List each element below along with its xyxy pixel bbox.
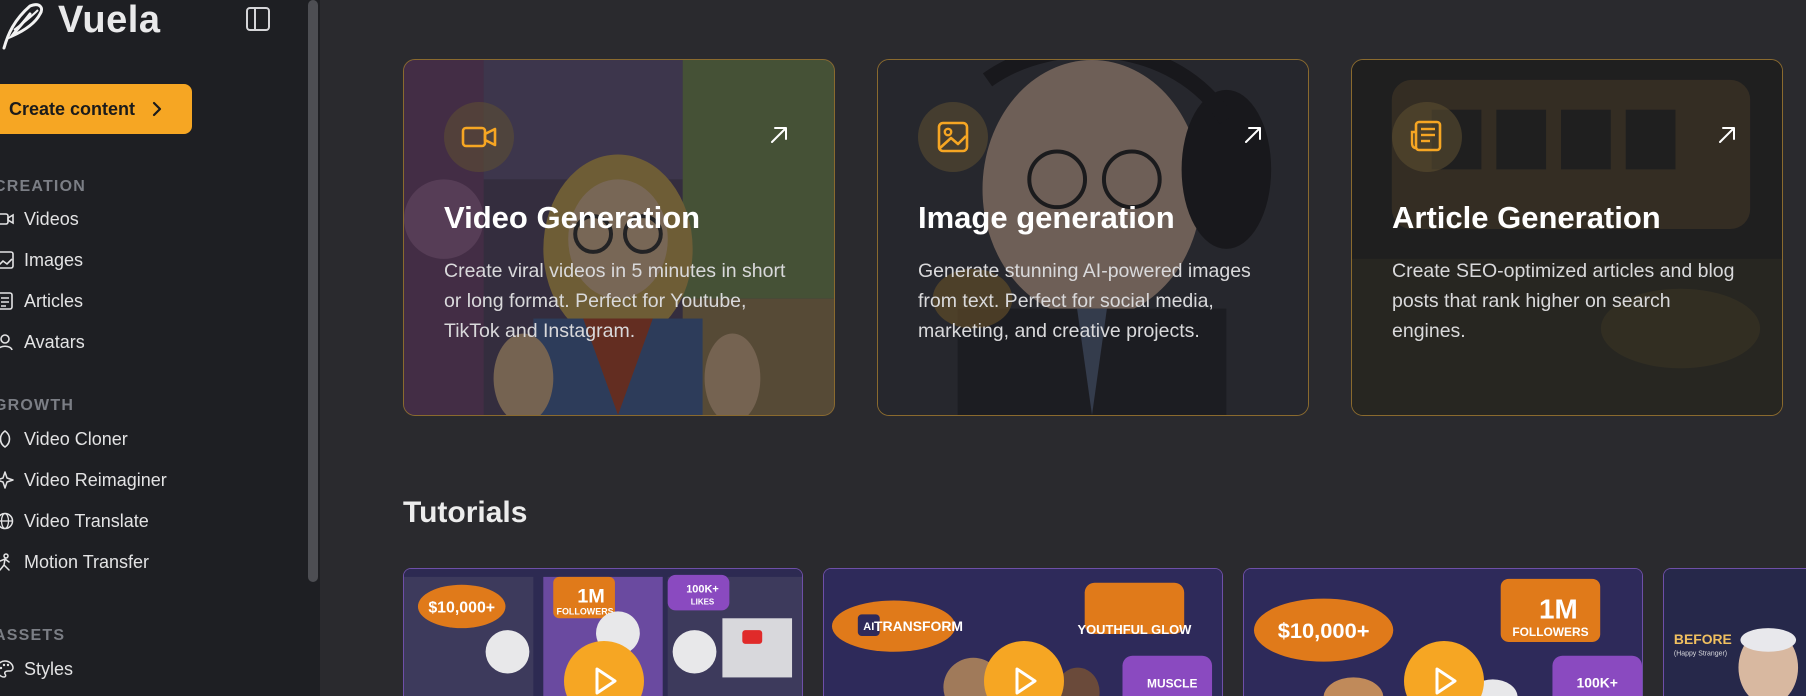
sidebar-item-label: Avatars (24, 331, 85, 352)
play-icon (1435, 667, 1457, 695)
sidebar-item-video-reimaginer[interactable]: Video Reimaginer (0, 464, 167, 496)
card-title: Article Generation (1392, 200, 1661, 235)
card-icon-badge (1392, 102, 1462, 172)
sidebar-item-label: Styles (24, 658, 74, 679)
card-title: Image generation (918, 200, 1175, 235)
thumb-text: AI (863, 621, 874, 633)
card-description: Create viral videos in 5 minutes in shor… (444, 260, 786, 342)
thumb-text: $10,000+ (1278, 618, 1370, 643)
cloner-icon (0, 430, 11, 448)
sidebar-item-styles[interactable]: Styles (0, 653, 73, 685)
image-icon (937, 121, 969, 153)
thumb-text: YOUTHFUL GLOW (1078, 622, 1193, 637)
thumb-text: $10,000+ (428, 599, 495, 616)
create-content-button[interactable]: Create content (0, 84, 192, 134)
palette-icon (0, 660, 14, 678)
tutorial-thumbnail[interactable]: BEFORE (Happy Stranger) (1663, 568, 1806, 696)
sidebar-item-label: Video Translate (24, 510, 149, 531)
motion-figure-icon (0, 553, 10, 571)
article-icon (1410, 120, 1442, 152)
image-icon (0, 251, 14, 269)
section-title-growth: GROWTH (0, 397, 75, 414)
sidebar-item-video-cloner[interactable]: Video Cloner (0, 423, 128, 455)
tutorials-heading: Tutorials (403, 496, 528, 529)
globe-icon (0, 512, 14, 530)
tutorial-thumbnail-art: BEFORE (Happy Stranger) (1664, 569, 1806, 696)
arrow-up-right-icon (1719, 127, 1735, 143)
thumb-text: LIKES (691, 598, 714, 607)
thumb-text: TRANSFORM (874, 618, 963, 634)
thumb-text: (Happy Stranger) (1674, 651, 1727, 658)
article-generation-card[interactable]: Article Generation Create SEO-optimized … (1351, 59, 1783, 416)
sidebar-item-videos[interactable]: Videos (0, 203, 79, 235)
sidebar-item-label: Motion Transfer (24, 551, 150, 572)
create-content-label: Create content (9, 98, 136, 119)
tutorial-thumbnail[interactable]: $10,000+ 1M FOLLOWERS 100K+ LIKES (403, 568, 803, 696)
sidebar-toggle-icon[interactable] (244, 5, 272, 33)
chevron-right-icon (152, 101, 162, 117)
sidebar-scrollbar[interactable] (308, 0, 318, 582)
section-title-creation: CREATION (0, 178, 86, 195)
user-icon (0, 334, 13, 351)
card-description: Create SEO-optimized articles and blog p… (1392, 260, 1735, 342)
video-camera-icon (461, 126, 497, 148)
sidebar-item-motion-transfer[interactable]: Motion Transfer (0, 546, 149, 578)
feather-logo-icon (2, 3, 44, 50)
play-icon (1015, 667, 1037, 695)
thumb-text: FOLLOWERS (1512, 625, 1588, 639)
sidebar-item-video-translate[interactable]: Video Translate (0, 505, 149, 537)
sparkle-icon (0, 471, 14, 489)
section-title-assets: ASSETS (0, 627, 66, 644)
thumb-text: 100K+ (1577, 674, 1618, 690)
card-icon-badge (918, 102, 988, 172)
main-content: Video Generation Create viral videos in … (320, 0, 1806, 696)
thumb-text: 1M (577, 586, 605, 608)
sidebar-item-articles[interactable]: Articles (0, 285, 83, 317)
play-icon (595, 667, 617, 695)
article-icon (0, 292, 13, 310)
card-icon-badge (444, 102, 514, 172)
app-window: Vuela Create content CREATION Videos Ima… (0, 0, 1806, 696)
thumb-text: MUSCLE (1147, 676, 1197, 690)
sidebar: Vuela Create content CREATION Videos Ima… (0, 0, 320, 696)
sidebar-item-label: Videos (24, 208, 79, 229)
card-description: Generate stunning AI-powered images from… (918, 260, 1251, 342)
sidebar-item-label: Images (24, 249, 84, 270)
video-icon (0, 213, 14, 225)
sidebar-item-label: Video Cloner (24, 428, 128, 449)
sidebar-item-label: Articles (24, 290, 84, 311)
sidebar-item-label: Video Reimaginer (24, 469, 167, 490)
thumb-text: 100K+ (686, 584, 719, 596)
arrow-up-right-icon (771, 127, 787, 143)
tutorial-thumbnail[interactable]: $10,000+ 1M FOLLOWERS 100K+ (1243, 568, 1643, 696)
tutorial-thumbnail[interactable]: AI TRANSFORM YOUTHFUL GLOW MUSCLE (823, 568, 1223, 696)
arrow-up-right-icon (1245, 127, 1261, 143)
card-title: Video Generation (444, 200, 701, 235)
sidebar-item-avatars[interactable]: Avatars (0, 326, 85, 358)
video-generation-card[interactable]: Video Generation Create viral videos in … (403, 59, 835, 416)
thumb-text: FOLLOWERS (557, 606, 614, 616)
sidebar-item-images[interactable]: Images (0, 244, 83, 276)
image-generation-card[interactable]: Image generation Generate stunning AI-po… (877, 59, 1309, 416)
thumb-text: BEFORE (1674, 631, 1732, 647)
brand-name: Vuela (58, 0, 161, 41)
thumb-text: 1M (1539, 593, 1578, 624)
